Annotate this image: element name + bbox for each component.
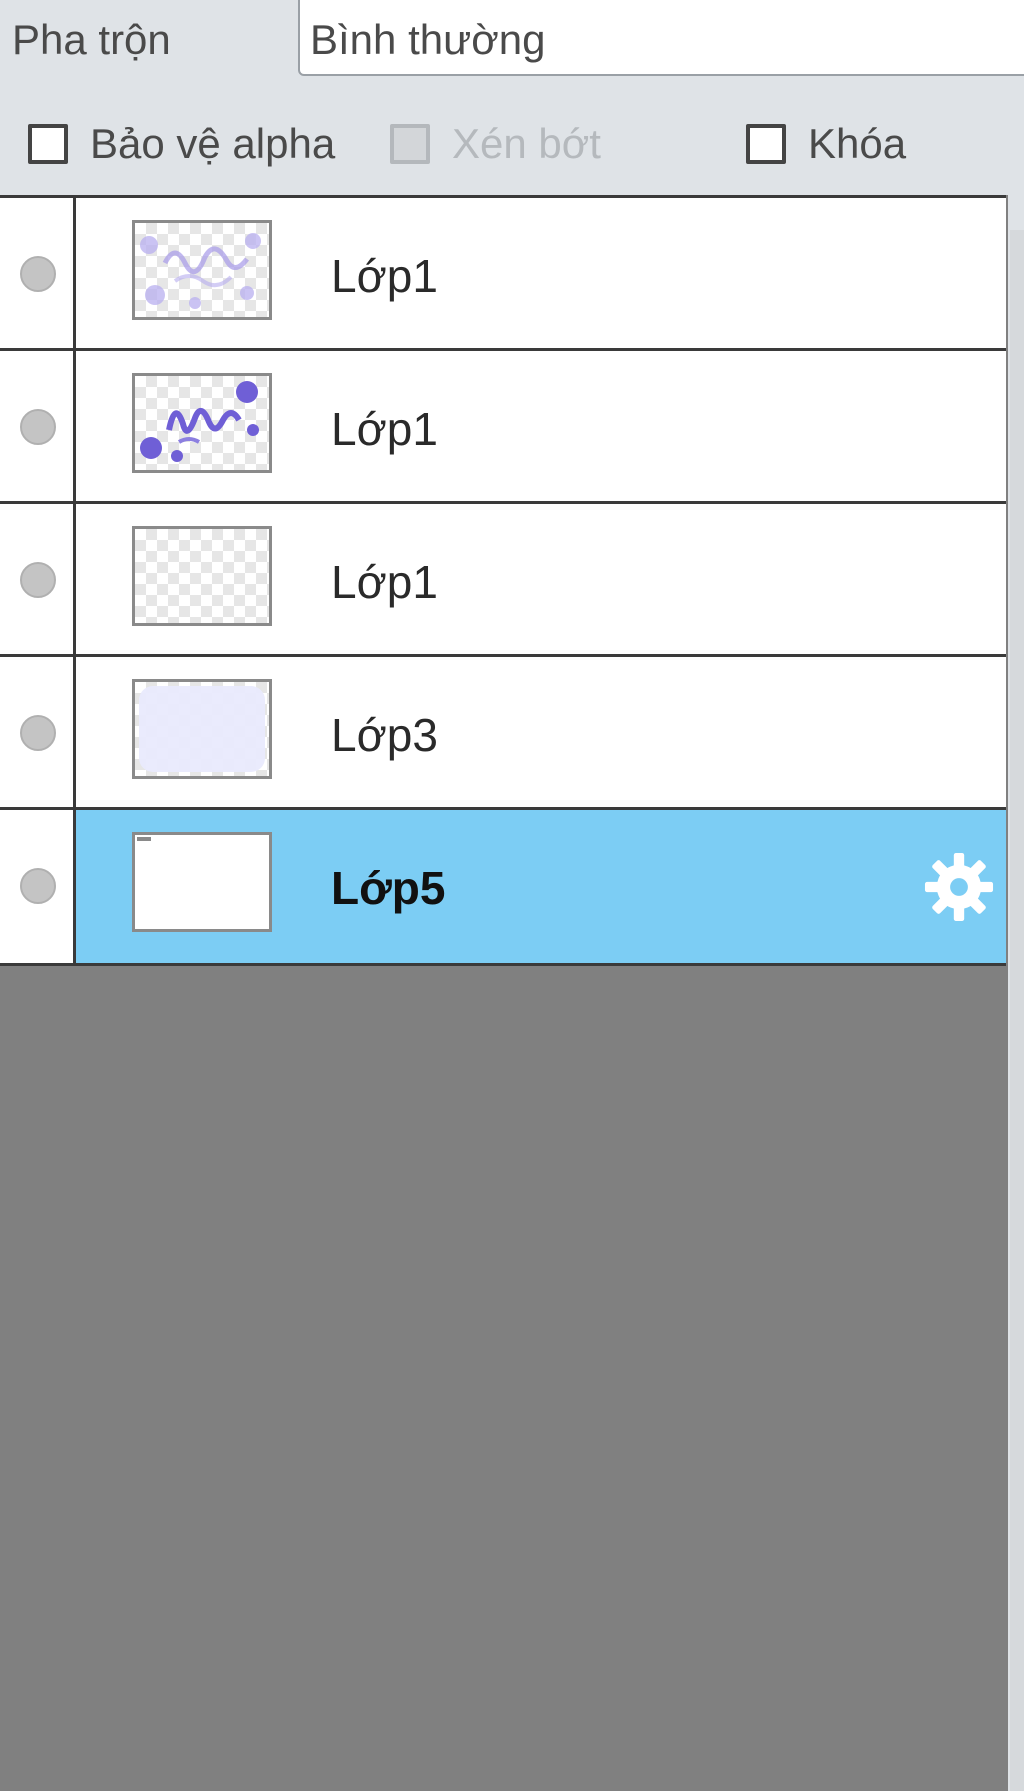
- layer-visibility-toggle[interactable]: [0, 657, 76, 810]
- layer-thumbnail: [132, 832, 272, 932]
- layer-list[interactable]: Lớp1 Lớp1 Lớp1 Lớp3 Lớp5: [0, 195, 1008, 1791]
- clipping-label: Xén bớt: [452, 120, 601, 167]
- layer-name[interactable]: Lớp1: [331, 401, 438, 457]
- lock-checkbox[interactable]: [746, 124, 786, 164]
- layer-name[interactable]: Lớp1: [331, 248, 438, 304]
- layer-row-selected[interactable]: Lớp5: [0, 807, 1006, 966]
- layer-row[interactable]: Lớp3: [0, 654, 1006, 810]
- layer-name[interactable]: Lớp5: [331, 860, 445, 916]
- layer-name[interactable]: Lớp1: [331, 554, 438, 610]
- layer-visibility-toggle[interactable]: [0, 810, 76, 963]
- layer-item[interactable]: Lớp1: [76, 198, 1006, 351]
- layer-item[interactable]: Lớp1: [76, 351, 1006, 504]
- visibility-dot-icon[interactable]: [20, 868, 56, 904]
- layer-thumbnail: [132, 220, 272, 320]
- alpha-protect-label: Bảo vệ alpha: [90, 120, 336, 167]
- gear-icon[interactable]: [922, 850, 996, 924]
- alpha-protect-checkbox[interactable]: [28, 124, 68, 164]
- visibility-dot-icon[interactable]: [20, 715, 56, 751]
- alpha-protect-option[interactable]: Bảo vệ alpha: [28, 118, 335, 170]
- layer-item[interactable]: Lớp3: [76, 657, 1006, 810]
- lock-option[interactable]: Khóa: [746, 118, 906, 170]
- layer-row[interactable]: Lớp1: [0, 348, 1006, 504]
- layer-visibility-toggle[interactable]: [0, 351, 76, 504]
- layer-row[interactable]: Lớp1: [0, 501, 1006, 657]
- scrollbar-track[interactable]: [1010, 230, 1024, 1791]
- clipping-option: Xén bớt: [390, 118, 601, 170]
- layer-item[interactable]: Lớp5: [76, 810, 1006, 963]
- layer-visibility-toggle[interactable]: [0, 504, 76, 657]
- blend-mode-label: Pha trộn: [12, 16, 171, 63]
- layer-row[interactable]: Lớp1: [0, 195, 1006, 351]
- visibility-dot-icon[interactable]: [20, 562, 56, 598]
- layer-thumbnail: [132, 373, 272, 473]
- layer-item[interactable]: Lớp1: [76, 504, 1006, 657]
- layer-name[interactable]: Lớp3: [331, 707, 438, 763]
- layer-visibility-toggle[interactable]: [0, 198, 76, 351]
- lock-label: Khóa: [808, 120, 907, 167]
- visibility-dot-icon[interactable]: [20, 409, 56, 445]
- blend-mode-select[interactable]: Bình thường: [298, 0, 1024, 76]
- visibility-dot-icon[interactable]: [20, 256, 56, 292]
- layer-thumbnail: [132, 526, 272, 626]
- layer-thumbnail: [132, 679, 272, 779]
- clipping-checkbox: [390, 124, 430, 164]
- blend-mode-value: Bình thường: [310, 16, 546, 63]
